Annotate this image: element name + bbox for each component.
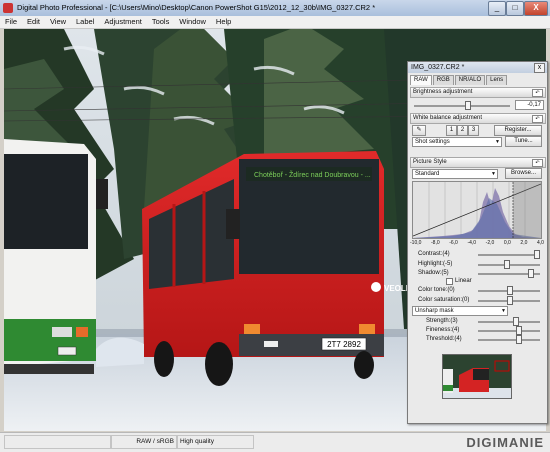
minimize-button[interactable]: _ (488, 1, 506, 16)
chevron-down-icon: ▼ (491, 171, 496, 177)
strength-label: Strength:(3) (426, 318, 458, 324)
wb-slot-2[interactable]: 2 (457, 125, 468, 136)
axis-tick: 4,0 (536, 240, 544, 246)
status-quality: High quality (176, 435, 254, 449)
shadow-slider-thumb[interactable] (528, 269, 534, 278)
palette-title: IMG_0327.CR2 * (411, 64, 465, 71)
thumbnail-image (443, 355, 511, 398)
color-tone-slider-thumb[interactable] (507, 286, 513, 295)
axis-tick: -8,0 (431, 240, 440, 246)
axis-tick: -4,0 (467, 240, 477, 246)
tab-lens[interactable]: Lens (486, 75, 508, 85)
tab-nr-alo[interactable]: NR/ALO (454, 75, 486, 85)
navigator-thumbnail[interactable] (442, 354, 512, 399)
linear-checkbox[interactable] (446, 278, 453, 285)
chevron-down-icon: ▼ (495, 139, 500, 145)
menu-adjustment[interactable]: Adjustment (101, 16, 145, 28)
histogram-axis: -10,0 -8,0 -6,0 -4,0 -2,0 0,0 2,0 4,0 (410, 240, 544, 246)
picture-style-reset-icon[interactable]: ↶ (532, 159, 543, 167)
axis-tick: -10,0 (410, 240, 422, 246)
threshold-label: Threshold:(4) (426, 336, 462, 342)
window-title: Digital Photo Professional - [C:\Users\M… (17, 3, 376, 12)
axis-tick: 2,0 (520, 240, 528, 246)
contrast-slider-thumb[interactable] (534, 250, 540, 259)
sharpness-mode-value: Unsharp mask (415, 308, 454, 314)
brightness-title: Brightness adjustment (413, 89, 473, 95)
brightness-section: Brightness adjustment ↶ (410, 87, 546, 98)
title-bar: Digital Photo Professional - [C:\Users\M… (0, 0, 550, 17)
tone-curve-histogram[interactable] (412, 181, 542, 239)
menu-edit[interactable]: Edit (24, 16, 43, 28)
highlight-slider-thumb[interactable] (504, 260, 510, 269)
white-balance-value: Shot settings (415, 139, 450, 145)
picture-style-title: Picture Style (413, 159, 447, 165)
fineness-slider-thumb[interactable] (516, 326, 522, 335)
contrast-slider[interactable] (478, 254, 540, 256)
register-button[interactable]: Register... (494, 125, 542, 136)
white-balance-section: White balance adjustment ↶ (410, 113, 546, 124)
chevron-down-icon: ▼ (501, 308, 506, 314)
digimanie-watermark: DIGIMANIE (466, 435, 544, 450)
picture-style-select[interactable]: Standard ▼ (412, 169, 498, 179)
brightness-value-input[interactable]: -0,17 (515, 100, 544, 110)
wb-slot-1[interactable]: 1 (446, 125, 457, 136)
menu-label[interactable]: Label (73, 16, 97, 28)
browse-button[interactable]: Browse... (505, 168, 542, 179)
menu-window[interactable]: Window (176, 16, 209, 28)
status-format: RAW / sRGB (110, 435, 178, 449)
fineness-label: Fineness:(4) (426, 327, 460, 333)
threshold-slider[interactable] (478, 339, 540, 341)
picture-style-value: Standard (415, 171, 440, 177)
license-plate: 2T7 2892 (327, 340, 361, 349)
status-bar: RAW / sRGB High quality DIGIMANIE (0, 432, 550, 452)
menu-file[interactable]: File (2, 16, 20, 28)
contrast-label: Contrast:(4) (418, 251, 450, 257)
menu-bar: File Edit View Label Adjustment Tools Wi… (0, 16, 550, 29)
app-icon (3, 3, 13, 13)
strength-slider[interactable] (478, 321, 540, 323)
destination-sign: Chotěboř - Ždírec nad Doubravou - ... (254, 170, 371, 179)
histogram-graph (413, 182, 541, 238)
color-tone-label: Color tone:(0) (418, 287, 455, 293)
menu-tools[interactable]: Tools (149, 16, 173, 28)
palette-tabs: RAW RGB NR/ALO Lens (410, 75, 508, 85)
brightness-reset-icon[interactable]: ↶ (532, 89, 543, 97)
threshold-slider-thumb[interactable] (516, 335, 522, 344)
menu-view[interactable]: View (47, 16, 69, 28)
tune-button[interactable]: Tune... (505, 136, 542, 147)
fineness-slider[interactable] (478, 330, 540, 332)
white-balance-reset-icon[interactable]: ↶ (532, 115, 543, 123)
white-bus (4, 139, 108, 374)
color-saturation-slider-thumb[interactable] (507, 296, 513, 305)
strength-slider-thumb[interactable] (513, 317, 519, 326)
status-blank (4, 435, 112, 449)
palette-title-bar: IMG_0327.CR2 * x (408, 62, 547, 73)
wb-slot-3[interactable]: 3 (468, 125, 479, 136)
tab-rgb[interactable]: RGB (432, 75, 454, 85)
picture-style-section: Picture Style ↶ (410, 157, 546, 168)
white-balance-select[interactable]: Shot settings ▼ (412, 137, 502, 147)
menu-help[interactable]: Help (213, 16, 234, 28)
axis-tick: -6,0 (449, 240, 458, 246)
sharpness-mode-select[interactable]: Unsharp mask ▼ (412, 306, 508, 316)
linear-label: Linear (455, 278, 472, 284)
axis-tick: -2,0 (485, 240, 495, 246)
color-saturation-label: Color saturation:(0) (418, 297, 470, 303)
brightness-slider-thumb[interactable] (465, 101, 471, 110)
highlight-label: Highlight:(-5) (418, 261, 453, 267)
palette-close-button[interactable]: x (534, 63, 545, 73)
eyedropper-icon[interactable]: ✎ (412, 125, 426, 136)
maximize-button[interactable]: □ (506, 1, 524, 16)
axis-tick: 0,0 (503, 240, 511, 246)
brightness-slider[interactable] (414, 105, 510, 107)
tab-raw[interactable]: RAW (410, 75, 432, 85)
white-balance-title: White balance adjustment (413, 115, 483, 121)
close-button[interactable]: X (524, 1, 548, 16)
shadow-label: Shadow:(5) (418, 270, 449, 276)
